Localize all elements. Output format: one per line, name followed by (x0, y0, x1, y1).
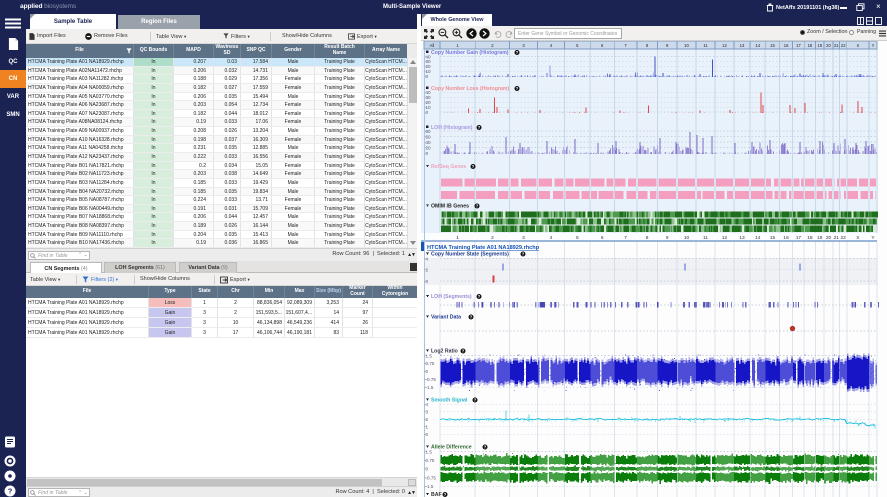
svg-text:17: 17 (796, 235, 802, 241)
svg-text:14: 14 (755, 235, 761, 241)
svg-text:7: 7 (624, 235, 627, 241)
svg-text:16: 16 (783, 235, 789, 241)
svg-text:LOH (Histogram): LOH (Histogram) (431, 125, 473, 131)
svg-text:0.75: 0.75 (426, 458, 435, 463)
svg-text:0.75: 0.75 (426, 361, 435, 366)
svg-text:15: 15 (770, 43, 775, 48)
svg-text:5: 5 (576, 235, 579, 241)
svg-text:12: 12 (722, 43, 727, 48)
svg-text:1.5: 1.5 (426, 353, 433, 358)
svg-text:4: 4 (426, 402, 429, 407)
svg-text:9: 9 (666, 235, 669, 241)
svg-text:21: 21 (834, 43, 839, 48)
svg-text:Copy Number State (Segments): Copy Number State (Segments) (431, 252, 509, 258)
svg-text:16: 16 (784, 43, 789, 48)
svg-text:10: 10 (684, 43, 689, 48)
svg-text:-1.5: -1.5 (426, 385, 434, 390)
svg-text:14: 14 (755, 43, 760, 48)
svg-text:8: 8 (646, 235, 649, 241)
svg-text:0: 0 (426, 110, 429, 115)
svg-text:?: ? (516, 50, 519, 55)
svg-text:Smooth Signal: Smooth Signal (431, 398, 468, 404)
svg-text:?: ? (516, 86, 519, 91)
svg-text:0: 0 (426, 432, 429, 437)
svg-text:2: 2 (426, 417, 429, 422)
svg-text:BAF: BAF (431, 492, 442, 497)
svg-text:20: 20 (426, 145, 432, 150)
svg-text:4: 4 (550, 235, 553, 241)
svg-text:X: X (857, 43, 860, 48)
svg-text:40: 40 (426, 140, 432, 145)
svg-text:18: 18 (808, 43, 813, 48)
svg-text:?: ? (470, 315, 473, 320)
svg-text:1: 1 (456, 235, 459, 241)
svg-text:-1.5: -1.5 (426, 484, 434, 489)
svg-text:11: 11 (703, 43, 708, 48)
svg-text:Log2 Ratio: Log2 Ratio (431, 349, 458, 355)
svg-text:19: 19 (817, 235, 823, 241)
svg-text:LOH (Segments): LOH (Segments) (431, 294, 472, 300)
svg-text:11: 11 (703, 235, 708, 241)
svg-text:?: ? (444, 492, 447, 497)
svg-text:Y: Y (872, 43, 875, 48)
svg-text:19: 19 (817, 43, 822, 48)
svg-text:?: ? (462, 349, 465, 354)
svg-text:Allele Difference: Allele Difference (431, 445, 472, 451)
svg-text:22: 22 (841, 235, 847, 241)
svg-text:Variant Data: Variant Data (431, 315, 461, 321)
svg-text:60: 60 (426, 134, 432, 139)
svg-text:?: ? (484, 445, 487, 450)
svg-text:0: 0 (426, 369, 429, 374)
svg-text:-0.75: -0.75 (426, 476, 437, 481)
svg-text:2: 2 (426, 268, 429, 273)
svg-text:?: ? (8, 487, 13, 496)
svg-text:1: 1 (426, 424, 429, 429)
svg-text:?: ? (478, 125, 481, 130)
svg-text:HTCMA Training Plate A01 NA189: HTCMA Training Plate A01 NA18929.rhchp (427, 245, 540, 251)
svg-text:21: 21 (834, 235, 840, 241)
svg-text:20: 20 (826, 43, 831, 48)
svg-text:17: 17 (796, 43, 801, 48)
svg-text:0: 0 (426, 151, 429, 156)
svg-text:2: 2 (491, 235, 494, 241)
svg-text:6: 6 (601, 235, 604, 241)
svg-text:All: All (430, 43, 435, 48)
svg-text:0: 0 (426, 467, 429, 472)
svg-text:OMIM IB Genes: OMIM IB Genes (431, 204, 469, 210)
svg-text:RefSeq Genes: RefSeq Genes (431, 164, 466, 170)
svg-text:3: 3 (522, 235, 525, 241)
svg-text:3: 3 (426, 410, 429, 415)
svg-text:Copy Number Loss (Histogram): Copy Number Loss (Histogram) (431, 86, 509, 92)
svg-text:?: ? (476, 204, 479, 209)
svg-text:22: 22 (841, 43, 846, 48)
svg-text:-0.75: -0.75 (426, 377, 437, 382)
svg-text:0: 0 (426, 279, 429, 284)
svg-text:?: ? (472, 164, 475, 169)
svg-text:?: ? (478, 294, 481, 299)
svg-text:13: 13 (739, 235, 745, 241)
svg-text:1.5: 1.5 (426, 449, 433, 454)
svg-text:?: ? (474, 398, 477, 403)
svg-text:Copy Number Gain (Histogram): Copy Number Gain (Histogram) (431, 50, 509, 56)
svg-text:0: 0 (426, 74, 429, 79)
svg-text:10: 10 (684, 235, 690, 241)
svg-text:15: 15 (770, 235, 776, 241)
svg-text:20: 20 (826, 235, 832, 241)
svg-text:13: 13 (740, 43, 745, 48)
svg-text:?: ? (522, 252, 525, 257)
svg-text:12: 12 (722, 235, 728, 241)
svg-text:18: 18 (807, 235, 813, 241)
svg-text:4: 4 (426, 256, 429, 261)
svg-text:80: 80 (426, 129, 432, 134)
